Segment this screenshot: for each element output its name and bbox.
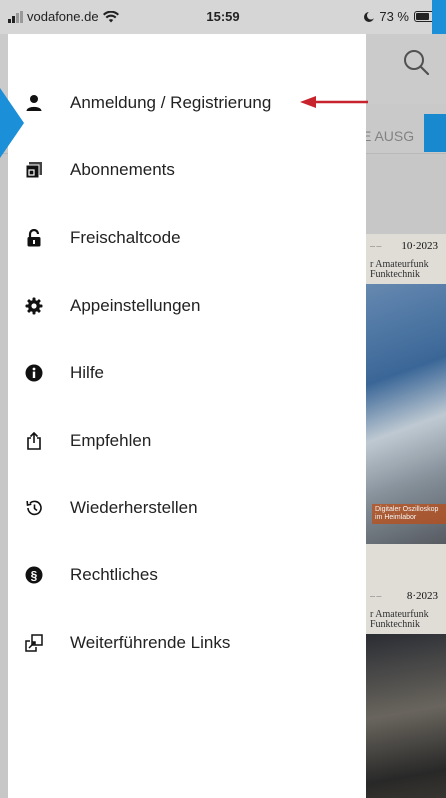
gear-icon: [24, 296, 44, 316]
menu-item-unlock-code[interactable]: Freischaltcode: [8, 213, 366, 263]
restore-icon: [24, 498, 44, 518]
menu-item-further-links[interactable]: Weiterführende Links: [8, 618, 366, 668]
external-links-icon: [24, 633, 44, 653]
battery-info: 73 %: [364, 9, 439, 24]
battery-percent: 73 %: [379, 9, 409, 24]
menu-item-app-settings[interactable]: Appeinstellungen: [8, 281, 366, 331]
menu-item-label: Freischaltcode: [70, 228, 181, 247]
menu-item-label: Weiterführende Links: [70, 633, 231, 652]
menu-item-label: Empfehlen: [70, 431, 152, 450]
info-icon: [24, 363, 44, 383]
menu-item-recommend[interactable]: Empfehlen: [8, 416, 366, 466]
annotation-red-arrow-icon: [300, 95, 370, 109]
lock-icon: [24, 228, 44, 248]
section-icon: §: [24, 565, 44, 585]
side-menu-drawer: Anmeldung / Registrierung Abonnements Fr…: [8, 34, 366, 798]
menu-item-help[interactable]: Hilfe: [8, 348, 366, 398]
menu-item-label: Rechtliches: [70, 565, 158, 584]
battery-level: [416, 13, 430, 20]
status-bar: vodafone.de 15:59 73 %: [0, 0, 446, 34]
menu-item-label: Wiederherstellen: [70, 498, 198, 517]
share-icon: [24, 431, 44, 451]
menu-item-subscriptions[interactable]: Abonnements: [8, 145, 366, 195]
menu-item-restore[interactable]: Wiederherstellen: [8, 483, 366, 533]
annotation-blue-marker: [432, 0, 446, 34]
user-icon: [24, 93, 44, 113]
menu-item-label: Hilfe: [70, 363, 105, 382]
subscriptions-icon: [24, 160, 44, 180]
menu-item-legal[interactable]: § Rechtliches: [8, 550, 366, 600]
svg-text:§: §: [31, 569, 38, 583]
menu-item-label: Appeinstellungen: [70, 296, 201, 315]
menu-item-label: Abonnements: [70, 160, 175, 179]
menu-item-label: Anmeldung / Registrierung: [70, 93, 272, 112]
moon-icon: [364, 11, 375, 22]
